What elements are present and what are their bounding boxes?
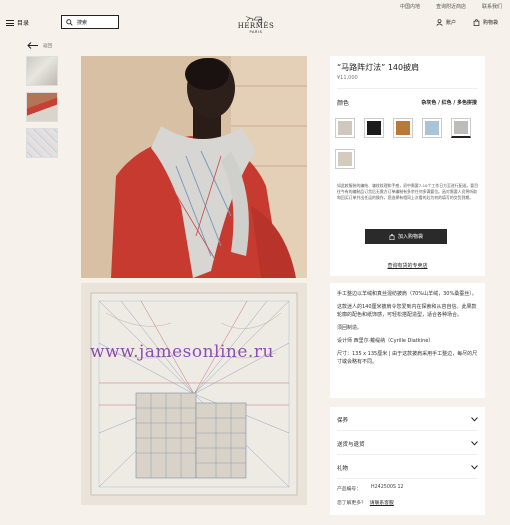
product-info-panel: “马路阵灯法” 140披肩 ¥11,000 颜色 杂灰色 / 红色 / 多色拼接… <box>330 56 485 276</box>
add-to-cart-label: 加入购物袋 <box>397 234 423 240</box>
search-input[interactable]: 搜索 <box>61 15 119 29</box>
account-label: 账户 <box>446 20 457 26</box>
arrow-left-icon <box>27 42 38 49</box>
accordion-gift-label: 礼物 <box>337 465 349 472</box>
back-label: 返回 <box>43 43 52 49</box>
product-photo-model <box>81 56 307 278</box>
bag-icon <box>473 19 480 26</box>
color-swatch-6[interactable] <box>335 149 355 169</box>
color-swatch-1[interactable] <box>335 118 355 138</box>
accordion-panel: 保养 送货与退货 礼物 产品编号： H242500S 12 您了解更多？ 请联系… <box>330 407 485 515</box>
swatch-fill <box>338 152 352 166</box>
divider <box>337 88 478 89</box>
product-title: “马路阵灯法” 140披肩 <box>337 63 420 72</box>
brand-name: HERMÈS <box>237 22 275 30</box>
search-icon <box>66 18 73 26</box>
brand-logo[interactable]: HERMÈS PARIS <box>236 15 276 34</box>
menu-button[interactable]: 目录 <box>6 18 29 27</box>
ref-label: 产品编号： <box>337 487 361 492</box>
accordion-delivery[interactable]: 送货与退货 <box>337 433 478 455</box>
color-swatch-5-selected[interactable] <box>451 118 471 138</box>
thumbnail-scarf-detail[interactable] <box>26 128 58 158</box>
details-origin: 须回制造。 <box>337 325 363 331</box>
color-swatch-2[interactable] <box>364 118 384 138</box>
chevron-down-icon <box>471 441 478 446</box>
thumbnail-scarf-folded[interactable] <box>26 56 58 86</box>
bag-icon <box>389 233 395 240</box>
accordion-delivery-label: 送货与退货 <box>337 441 365 448</box>
color-swatch-4[interactable] <box>422 118 442 138</box>
details-size: 尺寸：135 x 135厘米 | 由于这款披肩采用手工整边，每尽的尺寸或会略有不… <box>337 351 478 365</box>
contact-link[interactable]: 联系我们 <box>482 3 502 10</box>
model-illustration <box>81 56 307 278</box>
find-store-link[interactable]: 查询有货的专卖店 <box>330 262 485 269</box>
swatch-fill <box>338 121 352 135</box>
help-row: 您了解更多？ 请联系客服 <box>337 499 394 506</box>
watermark-text: www.jamesonline.ru <box>90 342 274 362</box>
chevron-down-icon <box>471 465 478 470</box>
chevron-down-icon <box>471 417 478 422</box>
accordion-care-label: 保养 <box>337 417 349 424</box>
color-swatch-3[interactable] <box>393 118 413 138</box>
menu-label: 目录 <box>17 20 30 27</box>
product-photo-scarf <box>81 283 307 505</box>
user-icon <box>436 19 443 26</box>
brand-city: PARIS <box>249 30 263 34</box>
top-bar: 中国内地 查询附近商店 联系我们 <box>0 0 510 12</box>
scarf-illustration <box>90 292 298 496</box>
product-reference: 产品编号： H242500S 12 <box>337 485 404 492</box>
product-price: ¥11,000 <box>337 75 358 81</box>
swatch-fill <box>454 121 468 134</box>
accordion-care[interactable]: 保养 <box>337 409 478 431</box>
accordion-gift[interactable]: 礼物 <box>337 457 478 479</box>
account-button[interactable]: 账户 <box>436 19 456 26</box>
details-designer: 设计师 西里尔·戴缇纳（Cyrille Diatkine） <box>337 338 434 344</box>
search-placeholder: 搜索 <box>77 19 88 26</box>
contact-support-link[interactable]: 请联系客服 <box>370 499 394 506</box>
swatch-fill <box>367 121 381 135</box>
product-details-panel: 手工整边以羊绒和真丝混纺披肩（70%山羊绒，30%桑蚕丝）。 这款迷人的140厘… <box>330 283 485 398</box>
cart-button[interactable]: 购物袋 <box>473 19 498 26</box>
color-name: 杂灰色 / 红色 / 多色拼接 <box>421 100 477 106</box>
hamburger-icon <box>6 19 14 26</box>
swatch-fill <box>396 121 410 135</box>
region-link[interactable]: 中国内地 <box>400 3 420 10</box>
header: 目录 搜索 HERMÈS PARIS 账户 购物袋 <box>0 12 510 38</box>
back-link[interactable]: 返回 <box>27 42 52 49</box>
top-links: 中国内地 查询附近商店 联系我们 <box>400 3 502 10</box>
help-label: 您了解更多？ <box>337 501 366 506</box>
add-to-cart-button[interactable]: 加入购物袋 <box>365 229 447 244</box>
store-locator-link[interactable]: 查询附近商店 <box>436 3 466 10</box>
thumbnail-model[interactable] <box>26 92 58 122</box>
product-note: 如此款服装的编结、皱纹纹理和手感，初中需要7-10个工作日方至进行配送。要目往今… <box>337 183 479 200</box>
cart-label: 购物袋 <box>483 20 499 26</box>
ref-value: H242500S 12 <box>371 485 404 490</box>
details-description: 这款迷人的140厘米披肩令您爱到内在探索和从容自信。此果款轮廓的配色和纸饰感，可… <box>337 304 477 318</box>
details-material: 手工整边以羊绒和真丝混纺披肩（70%山羊绒，30%桑蚕丝）。 <box>337 291 477 297</box>
swatch-fill <box>425 121 439 135</box>
color-label: 颜色 <box>337 100 350 107</box>
